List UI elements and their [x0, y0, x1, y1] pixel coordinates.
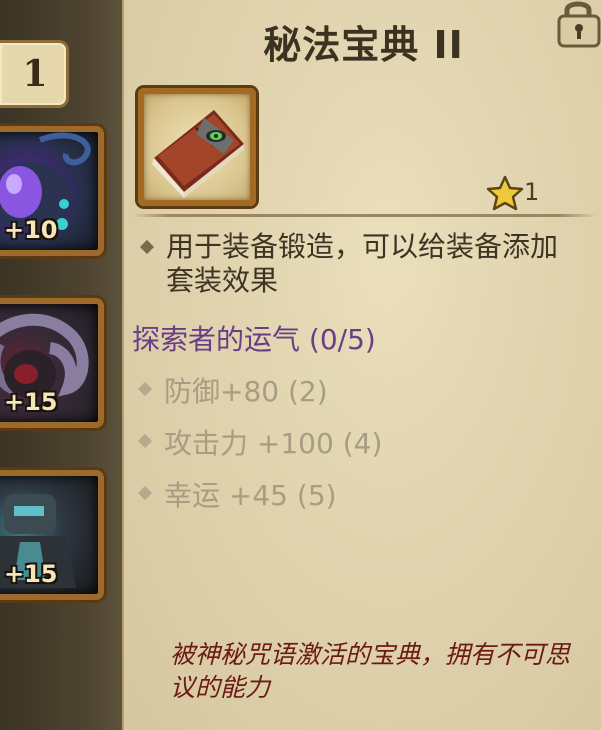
divider	[132, 214, 597, 217]
description-text: 用于装备锻造，可以给装备添加套装效果	[166, 230, 559, 297]
bullet-icon	[137, 433, 153, 449]
page-number: 1	[22, 53, 48, 95]
slot-level: +15	[4, 388, 58, 416]
arcane-tome-icon	[152, 110, 244, 198]
slot-level: +15	[4, 560, 58, 588]
lore-text: 被神秘咒语激活的宝典，拥有不可思议的能力	[170, 640, 571, 702]
bullet-icon	[137, 381, 153, 397]
slot-level: +10	[4, 216, 58, 244]
star-icon	[486, 175, 524, 211]
set-bonus-item: 幸运 +45 (5)	[136, 474, 337, 514]
equipment-slot-armor[interactable]: +15	[0, 470, 104, 600]
star-count: 1	[524, 178, 540, 206]
bullet-icon	[137, 485, 153, 501]
equipment-slot-helmet[interactable]: +15	[0, 298, 104, 428]
equipment-sidebar: 1 +10 +15 +15	[0, 0, 122, 730]
item-title: 秘法宝典 II	[263, 23, 464, 67]
lock-icon[interactable]	[553, 0, 601, 48]
page-tab[interactable]: 1	[0, 40, 69, 108]
set-name: 探索者的运气 (0/5)	[132, 323, 376, 356]
bullet-icon	[139, 239, 155, 255]
set-bonus-item: 防御+80 (2)	[136, 370, 328, 410]
set-bonus-item: 攻击力 +100 (4)	[136, 422, 382, 462]
item-icon-frame	[138, 88, 256, 206]
item-detail-panel: 秘法宝典 II 1 用于装备锻造，可以给装备添加套装效果 探索者的运气 (0/5…	[122, 0, 601, 730]
item-description: 用于装备锻造，可以给装备添加套装效果	[136, 230, 576, 298]
equipment-slot-pouch[interactable]: +10	[0, 126, 104, 256]
